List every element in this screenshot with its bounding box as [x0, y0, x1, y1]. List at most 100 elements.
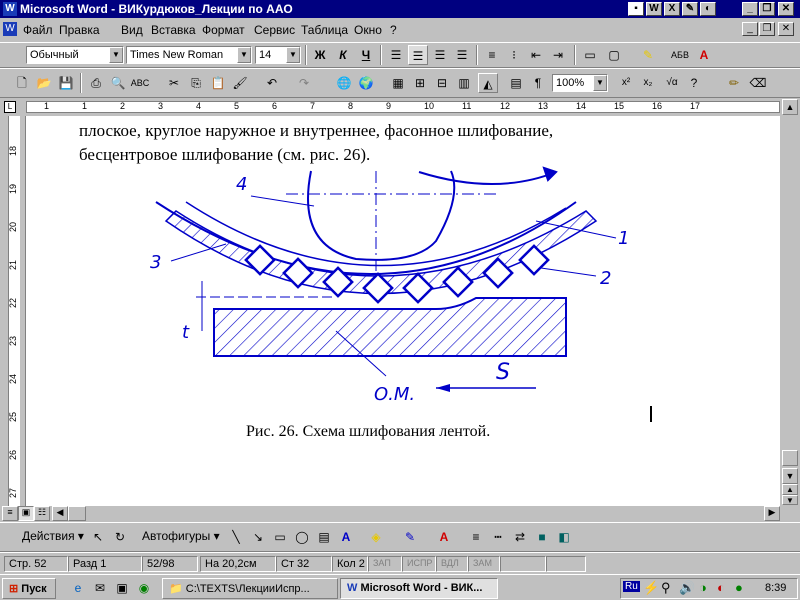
decrease-indent-icon[interactable]: ⇤ — [526, 45, 546, 65]
print-icon[interactable]: ⎙ — [86, 73, 106, 93]
line-style-icon[interactable]: ≡ — [466, 527, 486, 547]
zoom-select[interactable]: 100% ▼ — [552, 74, 608, 92]
redo-icon[interactable]: ↷ — [294, 73, 314, 93]
document-page[interactable]: плоское, круглое наружное и внутреннее, … — [26, 116, 780, 506]
office-key-icon[interactable]: ✎ — [682, 2, 698, 16]
status-ext[interactable]: ВДЛ — [436, 556, 468, 572]
justify-icon[interactable]: ☰ — [452, 45, 472, 65]
close-button[interactable]: ✕ — [778, 2, 794, 16]
menu-help[interactable]: ? — [390, 23, 397, 37]
spelling-icon[interactable]: ABC — [130, 73, 150, 93]
web-toolbar-icon[interactable]: 🌐 — [334, 73, 354, 93]
hyperlink-icon[interactable]: 🌍 — [356, 73, 376, 93]
cut-icon[interactable]: ✂ — [164, 73, 184, 93]
menu-window[interactable]: Окно — [354, 23, 382, 37]
open-folder-icon[interactable]: 📂 — [34, 73, 54, 93]
select-objects-icon[interactable]: ↖ — [88, 527, 108, 547]
outlook-icon[interactable]: ✉ — [90, 578, 110, 598]
fill-color-icon[interactable]: ◈ — [366, 527, 386, 547]
font-color-draw-icon[interactable]: A — [434, 527, 454, 547]
equation-icon[interactable]: √α — [662, 73, 682, 93]
align-right-icon[interactable]: ☰ — [430, 45, 450, 65]
scroll-up-button[interactable]: ▲ — [782, 99, 798, 115]
dash-style-icon[interactable]: ┅ — [488, 527, 508, 547]
insert-table-icon[interactable]: ⊞ — [410, 73, 430, 93]
doc-restore-button[interactable]: ❐ — [759, 22, 775, 36]
align-center-icon[interactable]: ☰ — [408, 45, 428, 65]
autoshapes-menu[interactable]: Автофигуры ▾ — [142, 529, 220, 543]
doc-icon[interactable]: W — [3, 22, 17, 36]
subscript-icon[interactable]: x₂ — [638, 73, 658, 93]
shadow-icon[interactable]: ■ — [532, 527, 552, 547]
menu-insert[interactable]: Вставка — [151, 23, 196, 37]
tray-icon-3[interactable]: ◑ — [699, 580, 707, 595]
previous-page-button[interactable]: ▲ — [782, 484, 798, 495]
menu-table[interactable]: Таблица — [301, 23, 348, 37]
new-document-icon[interactable]: 🗋 — [12, 73, 32, 93]
insert-excel-icon[interactable]: ⊟ — [432, 73, 452, 93]
line-icon[interactable]: ╲ — [226, 527, 246, 547]
font-color-icon[interactable]: A — [694, 45, 714, 65]
line-color-icon[interactable]: ✎ — [400, 527, 420, 547]
outside-border-icon[interactable]: ▢ — [604, 45, 624, 65]
pencil-icon[interactable]: ✏ — [724, 73, 744, 93]
arrow-icon[interactable]: ↘ — [248, 527, 268, 547]
clock[interactable]: 8:39 — [765, 582, 786, 594]
italic-button[interactable]: К — [333, 45, 353, 65]
menu-edit[interactable]: Правка — [59, 23, 100, 37]
doc-close-button[interactable]: ✕ — [778, 22, 794, 36]
restore-button[interactable]: ❐ — [759, 2, 775, 16]
task-icon[interactable]: ▪ — [628, 2, 644, 16]
scroll-down-button[interactable]: ▼ — [782, 468, 798, 484]
internet-explorer-icon[interactable]: e — [68, 578, 88, 598]
page-layout-view-button[interactable]: ▣ — [18, 506, 34, 521]
border-icon[interactable]: ▭ — [580, 45, 600, 65]
word-app-icon[interactable]: W — [3, 2, 17, 16]
outline-view-button[interactable]: ☷ — [34, 506, 50, 521]
free-rotate-icon[interactable]: ↻ — [110, 527, 130, 547]
channels-icon[interactable]: ◉ — [134, 578, 154, 598]
status-trk[interactable]: ИСПР — [402, 556, 436, 572]
undo-icon[interactable]: ↶ — [262, 73, 282, 93]
vertical-scrollbar[interactable]: ▲ ▼ ▲ ▼ — [780, 98, 800, 506]
start-button[interactable]: ⊞ Пуск — [2, 578, 56, 599]
horizontal-scroll-thumb[interactable] — [68, 506, 86, 521]
scroll-left-button[interactable]: ◀ — [52, 506, 68, 521]
align-left-icon[interactable]: ☰ — [386, 45, 406, 65]
tables-borders-icon[interactable]: ▦ — [388, 73, 408, 93]
superscript-icon[interactable]: x² — [616, 73, 636, 93]
doc-minimize-button[interactable]: _ — [742, 22, 758, 36]
office-x-icon[interactable]: X — [664, 2, 680, 16]
copy-icon[interactable]: ⎘ — [186, 73, 206, 93]
tray-icon-1[interactable]: ⚡ — [643, 580, 659, 596]
task-explorer[interactable]: 📁 C:\TEXTS\ЛекцииИспр... — [162, 578, 338, 599]
increase-indent-icon[interactable]: ⇥ — [548, 45, 568, 65]
task-word[interactable]: W Microsoft Word - ВИК... — [340, 578, 498, 599]
font-select[interactable]: Times New Roman ▼ — [126, 46, 252, 64]
normal-view-button[interactable]: ≡ — [2, 506, 18, 521]
menu-format[interactable]: Формат — [202, 23, 245, 37]
scroll-right-button[interactable]: ▶ — [764, 506, 780, 521]
columns-icon[interactable]: ▥ — [454, 73, 474, 93]
size-select[interactable]: 14 ▼ — [255, 46, 301, 64]
bold-button[interactable]: Ж — [310, 45, 330, 65]
tray-icon-5[interactable]: ● — [735, 580, 743, 595]
print-preview-icon[interactable]: 🔍 — [108, 73, 128, 93]
office-assistant-icon[interactable]: ? — [684, 73, 704, 93]
case-icon[interactable]: АБВ — [670, 45, 690, 65]
tray-icon-2[interactable]: ⚲ — [661, 580, 671, 596]
show-desktop-icon[interactable]: ▣ — [112, 578, 132, 598]
rectangle-icon[interactable]: ▭ — [270, 527, 290, 547]
tray-icon-4[interactable]: ◐ — [717, 580, 725, 595]
numbered-list-icon[interactable]: ≡ — [482, 45, 502, 65]
horizontal-ruler[interactable]: L 1 1 2 3 4 5 6 7 8 9 10 11 12 13 14 15 16 17 — [0, 98, 800, 116]
3d-icon[interactable]: ◧ — [554, 527, 574, 547]
menu-view[interactable]: Вид — [121, 23, 143, 37]
status-rec[interactable]: ЗАП — [368, 556, 402, 572]
show-hide-icon[interactable]: ¶ — [528, 73, 548, 93]
actions-menu[interactable]: Действия ▾ — [22, 529, 84, 543]
style-select[interactable]: Обычный ▼ — [26, 46, 124, 64]
highlight-icon[interactable]: ✎ — [638, 45, 658, 65]
scroll-thumb[interactable] — [782, 450, 798, 466]
next-page-button[interactable]: ▼ — [782, 495, 798, 505]
